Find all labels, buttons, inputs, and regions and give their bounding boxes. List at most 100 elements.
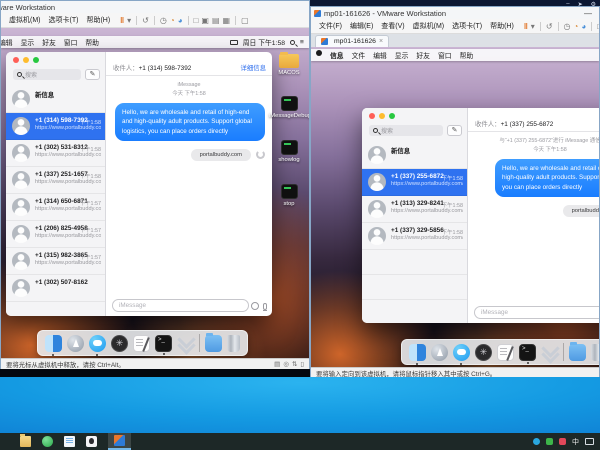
vmware-taskbar-active[interactable]	[108, 433, 131, 450]
revert-snapshot-icon[interactable]: ↺	[546, 22, 553, 31]
desktop-icon-imessagedebug[interactable]: iMessageDebug	[269, 96, 309, 119]
minimize-button[interactable]	[23, 57, 29, 63]
search-input[interactable]: 搜索	[369, 125, 443, 136]
launchpad-icon[interactable]	[67, 335, 84, 352]
zoom-button[interactable]	[33, 57, 39, 63]
zoom-button[interactable]	[389, 113, 395, 119]
manage-snapshot-icon[interactable]: ◕	[581, 22, 586, 31]
microphone-icon[interactable]	[263, 303, 267, 310]
macos-menu-window[interactable]: 窗口	[438, 50, 452, 60]
revert-snapshot-icon[interactable]: ↺	[142, 16, 149, 25]
list-item[interactable]: +1 (313) 329-8241下午1:58https://www.porta…	[362, 196, 467, 223]
minimize-button[interactable]	[379, 113, 385, 119]
windows-desktop[interactable]	[0, 377, 600, 433]
list-item-selected[interactable]: +1 (314) 598-7392下午1:58https://www.porta…	[6, 113, 105, 140]
macos-menu-view[interactable]: 显示	[395, 50, 409, 60]
tray-blue-icon[interactable]	[533, 438, 540, 445]
chat-transcript[interactable]: iMessage 今天 下午1:58 Hello, we are wholesa…	[106, 76, 272, 296]
language-indicator[interactable]: 中	[572, 437, 579, 447]
messages-icon[interactable]	[89, 335, 106, 352]
message-input[interactable]: iMessage	[112, 299, 249, 312]
network-icon[interactable]: ⇅	[292, 360, 297, 368]
tray-red-icon[interactable]	[559, 438, 566, 445]
layout-fullscreen-icon[interactable]: ▦	[223, 16, 231, 25]
spotlight-icon[interactable]	[290, 40, 295, 45]
pause-vm-button[interactable]: ‖	[524, 22, 528, 31]
macos-menu-view[interactable]: 显示	[21, 37, 35, 47]
layout-console-icon[interactable]: ▤	[212, 16, 220, 25]
downloads-icon[interactable]	[177, 335, 194, 352]
desktop-icon-macos[interactable]: MACOS	[269, 54, 309, 76]
manage-snapshot-icon[interactable]: ◕	[178, 16, 183, 25]
notification-center-icon[interactable]: ≡	[300, 39, 304, 46]
list-item[interactable]: +1 (337) 251-1657下午1:58https://www.porta…	[6, 167, 105, 194]
textedit-icon[interactable]	[133, 335, 150, 352]
green-app-icon[interactable]	[42, 436, 53, 447]
pause-dropdown-icon[interactable]: ▾	[531, 22, 535, 31]
harddisk-icon[interactable]: ▤	[274, 360, 280, 368]
chat-transcript[interactable]: 与“+1 (337) 255-6872”进行 iMessage 通信 今天 下午…	[468, 132, 599, 303]
list-item[interactable]: +1 (302) 507-8162	[6, 275, 105, 302]
macos-menu-app[interactable]: 信息	[330, 50, 344, 60]
link-preview-chip[interactable]: portalbuddy.com	[563, 205, 599, 217]
take-snapshot-icon[interactable]: ◔	[170, 16, 175, 25]
terminal-icon[interactable]	[519, 344, 536, 361]
document-app-icon[interactable]	[64, 436, 75, 447]
app-wheel-icon[interactable]: ✳	[111, 335, 128, 352]
pause-vm-button[interactable]: ‖	[120, 16, 124, 25]
take-snapshot-icon[interactable]: ◔	[574, 22, 579, 31]
list-item[interactable]: +1 (302) 531-8312下午1:58https://www.porta…	[6, 140, 105, 167]
list-item[interactable]: +1 (315) 982-3865下午1:57https://www.porta…	[6, 248, 105, 275]
cdrom-icon[interactable]: ◎	[283, 360, 289, 368]
desktop-icon-stop[interactable]: stop	[269, 184, 309, 207]
monitor-tray-icon[interactable]	[585, 438, 594, 445]
trash-icon[interactable]	[591, 344, 599, 361]
window-titlebar[interactable]: VMware Workstation	[1, 1, 309, 13]
vm-screen-left[interactable]: 编辑 显示 好友 窗口 帮助 周日 下午1:58 ≡	[1, 28, 309, 358]
menu-edit[interactable]: 编辑(E)	[346, 21, 377, 31]
macos-menu-window[interactable]: 窗口	[64, 37, 78, 47]
macos-menu-buddies[interactable]: 好友	[42, 37, 56, 47]
macos-menu-help[interactable]: 帮助	[85, 37, 99, 47]
list-item[interactable]: 新信息	[362, 142, 467, 169]
details-link[interactable]: 详细信息	[240, 62, 266, 75]
messages-icon[interactable]	[453, 344, 470, 361]
dock-folder-icon[interactable]	[569, 344, 586, 361]
link-preview-chip[interactable]: portalbuddy.com	[191, 149, 251, 161]
trash-icon[interactable]	[227, 335, 240, 352]
macos-menu-help[interactable]: 帮助	[460, 50, 474, 60]
menu-help[interactable]: 帮助(H)	[486, 21, 518, 31]
macos-menu-buddies[interactable]: 好友	[416, 50, 430, 60]
message-log-icon[interactable]: ▯	[300, 360, 304, 368]
digital-touch-icon[interactable]	[251, 302, 259, 310]
dock-folder-icon[interactable]	[205, 335, 222, 352]
compose-button[interactable]: ✎	[85, 69, 100, 80]
compose-button[interactable]: ✎	[447, 125, 462, 136]
console-view-icon[interactable]: ▢	[241, 16, 249, 25]
apple-icon[interactable]	[316, 50, 322, 56]
vm-tab[interactable]: mp01-161626 ×	[315, 35, 389, 47]
list-item-selected[interactable]: +1 (337) 255-6872下午1:58https://www.porta…	[362, 169, 467, 196]
list-item[interactable]: +1 (314) 650-6871下午1:57https://www.porta…	[6, 194, 105, 221]
macos-menu-edit[interactable]: 编辑	[373, 50, 387, 60]
menubar-clock[interactable]: 周日 下午1:58	[243, 37, 285, 47]
finder-icon[interactable]	[45, 335, 62, 352]
menu-view[interactable]: 查看(V)	[377, 21, 408, 31]
tray-green-icon[interactable]	[546, 438, 553, 445]
macos-menu-edit[interactable]: 编辑	[1, 37, 13, 47]
minimize-button[interactable]: —	[580, 9, 596, 18]
app-wheel-icon[interactable]: ✳	[475, 344, 492, 361]
menu-tabs[interactable]: 选项卡(T)	[448, 21, 486, 31]
terminal-icon[interactable]	[155, 335, 172, 352]
list-item[interactable]: +1 (337) 329-5856下午1:58https://www.porta…	[362, 223, 467, 250]
layout-library-icon[interactable]: □	[597, 22, 599, 31]
tab-close-icon[interactable]: ×	[379, 38, 383, 45]
menu-vm[interactable]: 虚拟机(M)	[5, 15, 45, 25]
list-item[interactable]: 新信息	[6, 86, 105, 113]
desktop-icon-showlog[interactable]: showlog	[269, 140, 309, 163]
menu-help[interactable]: 帮助(H)	[82, 15, 114, 25]
launchpad-icon[interactable]	[431, 344, 448, 361]
display-icon[interactable]	[230, 40, 238, 45]
macos-menu-file[interactable]: 文件	[352, 50, 366, 60]
close-button[interactable]	[13, 57, 19, 63]
